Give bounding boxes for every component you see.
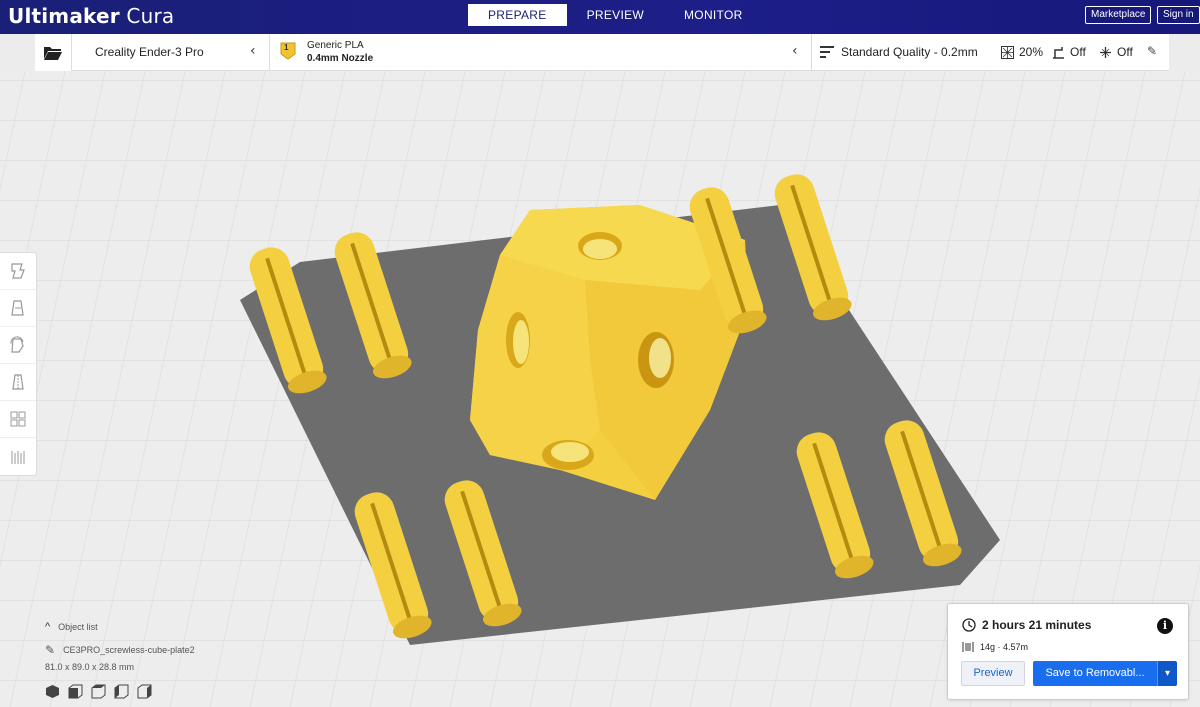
sign-in-button[interactable]: Sign in <box>1157 6 1200 24</box>
preview-button[interactable]: Preview <box>961 661 1025 686</box>
object-list-toggle[interactable]: ^ Object list <box>45 621 98 633</box>
3d-view-icon[interactable] <box>45 684 60 699</box>
per-model-settings-button[interactable] <box>0 401 36 438</box>
app-header: Ultimaker Cura PREPARE PREVIEW MONITOR M… <box>0 0 1200 34</box>
object-name-row[interactable]: ✎ CE3PRO_screwless-cube-plate2 <box>45 643 195 657</box>
support-value: Off <box>1070 45 1086 59</box>
left-view-icon[interactable] <box>114 684 129 699</box>
folder-icon <box>44 46 62 60</box>
divider <box>269 34 270 71</box>
support-blocker-icon <box>11 450 25 464</box>
top-view-icon[interactable] <box>91 684 106 699</box>
adhesion-icon <box>1100 46 1111 58</box>
divider <box>811 34 812 71</box>
stage-tabs: PREPARE PREVIEW MONITOR <box>468 4 763 26</box>
material-name[interactable]: Generic PLA <box>307 40 364 51</box>
material-usage: 14g · 4.57m <box>980 642 1029 652</box>
object-name: CE3PRO_screwless-cube-plate2 <box>63 645 195 655</box>
scale-tool-icon <box>11 300 24 316</box>
tab-prepare[interactable]: PREPARE <box>468 4 567 26</box>
tab-monitor[interactable]: MONITOR <box>664 4 763 26</box>
extruder-number: 1 <box>284 43 289 52</box>
move-tool-button[interactable] <box>0 253 36 290</box>
save-to-removable-button[interactable]: Save to Removabl... <box>1033 661 1157 686</box>
move-tool-icon <box>11 263 25 279</box>
material-usage-row: 14g · 4.57m <box>962 641 1028 653</box>
support-icon <box>1053 46 1064 59</box>
print-time-row: 2 hours 21 minutes <box>962 618 1091 632</box>
settings-bar: Creality Ender-3 Pro ‹ 1 Generic PLA 0.4… <box>35 34 1169 71</box>
infill-value: 20% <box>1019 45 1044 59</box>
edit-settings-icon[interactable]: ✎ <box>1147 44 1157 58</box>
right-view-icon[interactable] <box>137 684 152 699</box>
nozzle-size[interactable]: 0.4mm Nozzle <box>307 53 373 64</box>
chevron-left-icon[interactable]: ‹ <box>250 43 256 59</box>
infill-icon <box>1001 45 1014 59</box>
scale-tool-button[interactable] <box>0 290 36 327</box>
view-orientation-buttons <box>45 684 152 699</box>
clock-icon <box>962 618 976 632</box>
app-title: Ultimaker Cura <box>8 4 175 28</box>
rotate-tool-icon <box>10 336 24 353</box>
chevron-up-icon: ^ <box>45 621 51 633</box>
tab-preview[interactable]: PREVIEW <box>567 4 664 26</box>
chevron-left-icon[interactable]: ‹ <box>792 43 798 59</box>
print-settings-selector[interactable]: Standard Quality - 0.2mm <box>841 45 978 59</box>
adhesion-value: Off <box>1117 45 1133 59</box>
chevron-down-icon[interactable]: ▾ <box>1157 661 1177 686</box>
printer-selector[interactable]: Creality Ender-3 Pro <box>95 45 204 59</box>
spool-icon <box>962 642 974 652</box>
print-panel: 2 hours 21 minutes i 14g · 4.57m Preview… <box>947 603 1189 700</box>
mirror-tool-button[interactable] <box>0 364 36 401</box>
info-icon[interactable]: i <box>1157 618 1173 634</box>
open-file-button[interactable] <box>35 34 72 71</box>
per-model-settings-icon <box>10 411 26 427</box>
tool-panel <box>0 252 37 476</box>
front-view-icon[interactable] <box>68 684 83 699</box>
quality-profile-icon <box>820 46 834 58</box>
pencil-icon: ✎ <box>45 643 56 657</box>
print-time: 2 hours 21 minutes <box>982 618 1092 632</box>
object-dimensions: 81.0 x 89.0 x 28.8 mm <box>45 662 135 672</box>
marketplace-button[interactable]: Marketplace <box>1085 6 1152 24</box>
support-setting[interactable]: Off <box>1052 45 1086 59</box>
infill-setting[interactable]: 20% <box>1001 45 1043 59</box>
support-blocker-button[interactable] <box>0 438 36 475</box>
rotate-tool-button[interactable] <box>0 327 36 364</box>
object-list-label: Object list <box>58 622 98 632</box>
mirror-tool-icon <box>12 374 24 390</box>
adhesion-setting[interactable]: Off <box>1099 45 1133 59</box>
